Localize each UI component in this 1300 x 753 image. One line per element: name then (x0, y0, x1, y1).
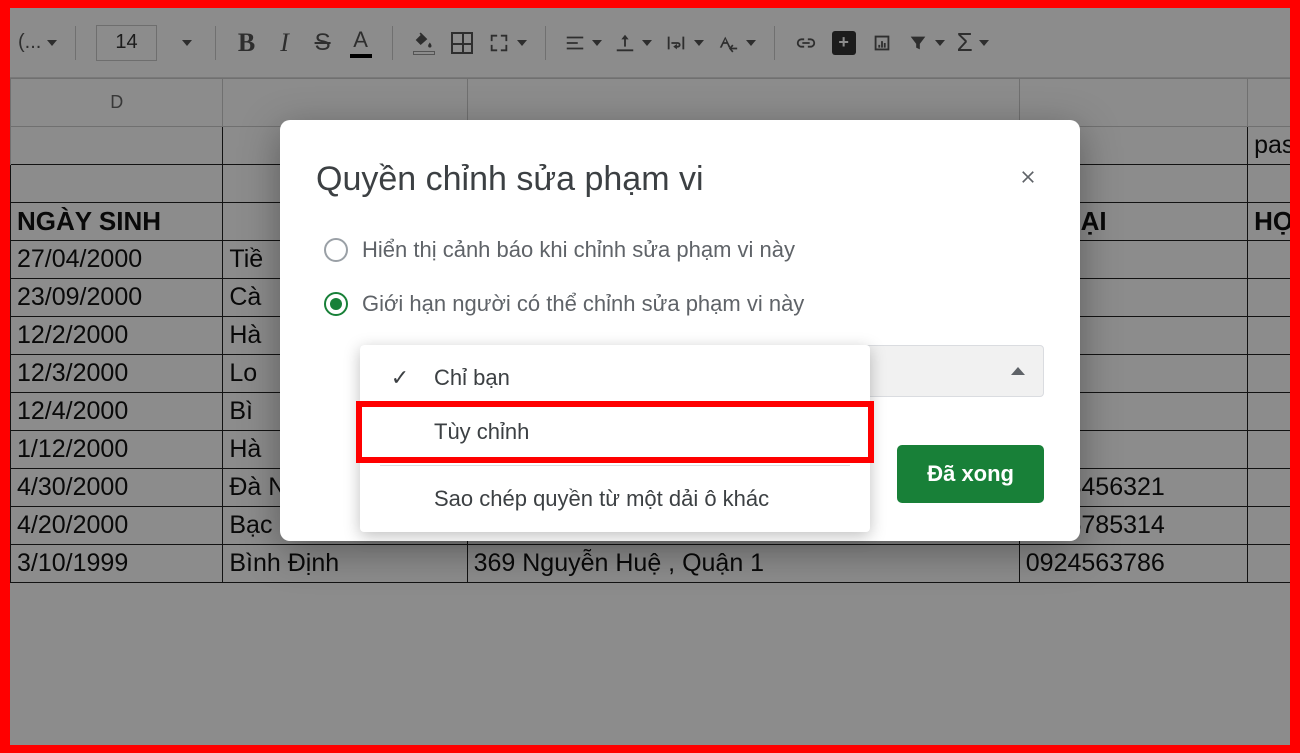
table-row: 3/10/1999Bình Định369 Nguyễn Huệ , Quận … (11, 545, 1291, 583)
insert-chart-button[interactable] (865, 23, 899, 63)
chart-icon (870, 32, 894, 54)
insert-link-button[interactable] (789, 23, 823, 63)
col-date-header: NGÀY SINH (11, 203, 223, 241)
check-icon: ✓ (388, 365, 412, 391)
radio-label: Giới hạn người có thể chỉnh sửa phạm vi … (362, 291, 804, 317)
paint-bucket-icon (413, 30, 435, 50)
separator (545, 26, 546, 60)
chevron-down-icon (694, 40, 704, 46)
menu-item-only-you[interactable]: ✓ Chỉ bạn (360, 351, 870, 405)
close-button[interactable] (1012, 160, 1044, 196)
valign-icon (614, 32, 636, 54)
merge-icon (487, 32, 511, 54)
cell-date[interactable]: 1/12/2000 (11, 431, 223, 469)
cell-name[interactable] (1248, 431, 1290, 469)
font-size-input[interactable]: 14 (96, 25, 156, 61)
text-wrap-button[interactable] (660, 23, 708, 63)
functions-button[interactable]: Σ (953, 23, 993, 63)
cell-name[interactable] (1248, 507, 1290, 545)
cell-name[interactable] (1248, 469, 1290, 507)
menu-item-label: Tùy chỉnh (434, 419, 529, 445)
borders-button[interactable] (445, 23, 479, 63)
horizontal-align-button[interactable] (560, 23, 606, 63)
menu-item-custom[interactable]: Tùy chỉnh (360, 405, 870, 459)
cell-name[interactable] (1248, 355, 1290, 393)
chevron-down-icon (979, 40, 989, 46)
font-size-dropdown[interactable] (167, 23, 201, 63)
borders-icon (451, 32, 473, 54)
comment-icon: + (832, 31, 856, 55)
text-color-button[interactable]: A (344, 23, 378, 63)
italic-button[interactable]: I (268, 23, 302, 63)
dialog-title: Quyền chỉnh sửa phạm vi (316, 160, 704, 199)
close-icon (1018, 167, 1038, 187)
restrict-who-menu: ✓ Chỉ bạn Tùy chỉnh Sao chép quyền từ mộ… (360, 345, 870, 532)
cell-date[interactable]: 27/04/2000 (11, 241, 223, 279)
filter-button[interactable] (903, 23, 949, 63)
cell-date[interactable]: 12/4/2000 (11, 393, 223, 431)
range-permissions-dialog: Quyền chỉnh sửa phạm vi Hiển thị cảnh bá… (280, 120, 1080, 541)
done-button[interactable]: Đã xong (897, 445, 1044, 503)
menu-item-label: Sao chép quyền từ một dải ô khác (434, 486, 769, 512)
menu-item-copy-from-range[interactable]: Sao chép quyền từ một dải ô khác (360, 472, 870, 526)
cell-place[interactable]: Bình Định (223, 545, 467, 583)
chevron-down-icon (517, 40, 527, 46)
rotation-icon (716, 32, 740, 54)
font-family-truncated: (... (18, 31, 41, 54)
cell-date[interactable]: 3/10/1999 (11, 545, 223, 583)
radio-restrict-editors[interactable]: Giới hạn người có thể chỉnh sửa phạm vi … (316, 277, 1044, 331)
chevron-down-icon (592, 40, 602, 46)
cell-name[interactable] (1248, 393, 1290, 431)
text-color-swatch (350, 54, 372, 58)
font-size-value: 14 (115, 31, 137, 54)
cell-password-header[interactable]: passwo (1248, 127, 1290, 165)
separator (215, 26, 216, 60)
sigma-icon: Σ (957, 27, 973, 58)
link-icon (793, 32, 819, 54)
menu-separator (380, 465, 850, 466)
chevron-down-icon (47, 40, 57, 46)
insert-comment-button[interactable]: + (827, 23, 861, 63)
separator (774, 26, 775, 60)
cell-phone[interactable]: 0924563786 (1019, 545, 1247, 583)
radio-icon-selected (324, 292, 348, 316)
cell-name[interactable] (1248, 241, 1290, 279)
radio-label: Hiển thị cảnh báo khi chỉnh sửa phạm vi … (362, 237, 795, 263)
text-rotation-button[interactable] (712, 23, 760, 63)
filter-icon (907, 32, 929, 54)
wrap-icon (664, 32, 688, 54)
column-header-d[interactable]: D (11, 79, 223, 127)
menu-item-label: Chỉ bạn (434, 365, 510, 391)
font-family-select[interactable]: (... (14, 23, 61, 63)
chevron-down-icon (642, 40, 652, 46)
fill-color-swatch (413, 51, 435, 55)
chevron-down-icon (746, 40, 756, 46)
permission-radio-group: Hiển thị cảnh báo khi chỉnh sửa phạm vi … (316, 223, 1044, 331)
merge-cells-button[interactable] (483, 23, 531, 63)
cell-date[interactable]: 4/20/2000 (11, 507, 223, 545)
cell-name[interactable] (1248, 279, 1290, 317)
col-name-header-frag: HỌ (1248, 203, 1290, 241)
cell-name[interactable] (1248, 545, 1290, 583)
radio-show-warning[interactable]: Hiển thị cảnh báo khi chỉnh sửa phạm vi … (316, 223, 1044, 277)
cell-date[interactable]: 12/3/2000 (11, 355, 223, 393)
bold-button[interactable]: B (230, 23, 264, 63)
radio-icon (324, 238, 348, 262)
cell-date[interactable]: 4/30/2000 (11, 469, 223, 507)
cell-name[interactable] (1248, 317, 1290, 355)
toolbar: (... 14 B I S A (10, 8, 1290, 78)
strikethrough-button[interactable]: S (306, 23, 340, 63)
cell-date[interactable]: 23/09/2000 (11, 279, 223, 317)
chevron-down-icon (182, 40, 192, 46)
separator (392, 26, 393, 60)
separator (75, 26, 76, 60)
chevron-up-icon (1011, 367, 1025, 375)
cell-date[interactable]: 12/2/2000 (11, 317, 223, 355)
chevron-down-icon (935, 40, 945, 46)
vertical-align-button[interactable] (610, 23, 656, 63)
align-left-icon (564, 32, 586, 54)
fill-color-button[interactable] (407, 23, 441, 63)
cell-address[interactable]: 369 Nguyễn Huệ , Quận 1 (467, 545, 1019, 583)
